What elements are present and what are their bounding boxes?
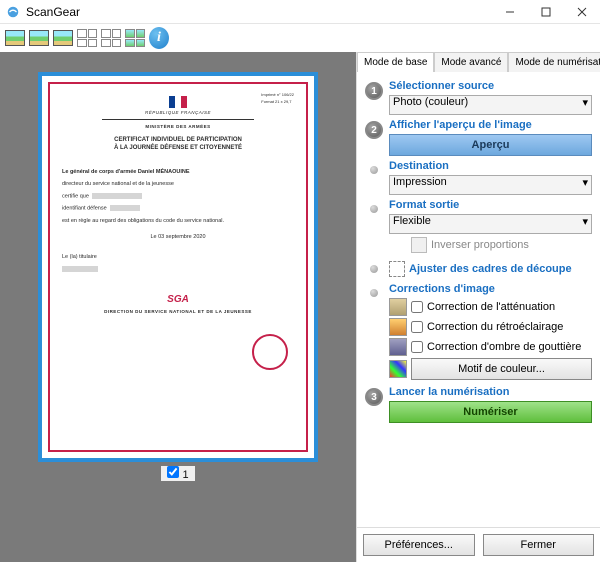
color-pattern-icon bbox=[389, 360, 407, 378]
tab-auto[interactable]: Mode de numérisation automatique bbox=[508, 52, 600, 72]
destination-title: Destination bbox=[389, 160, 592, 172]
thumb-rotate-left-icon[interactable] bbox=[28, 27, 50, 49]
close-button[interactable] bbox=[564, 0, 600, 24]
mode-tabs: Mode de base Mode avancé Mode de numéris… bbox=[357, 52, 600, 72]
thumb-single-icon[interactable] bbox=[4, 27, 26, 49]
backlight-check[interactable] bbox=[411, 321, 423, 333]
preview-page-check[interactable]: 1 bbox=[161, 466, 194, 481]
document-preview: Imprimé n° 106/22 Format 21 x 29,7 RÉPUB… bbox=[48, 82, 308, 452]
step-3-badge: 3 bbox=[365, 388, 383, 406]
step-1-title: Sélectionner source bbox=[389, 80, 592, 92]
tab-basic[interactable]: Mode de base bbox=[357, 52, 434, 72]
source-select[interactable]: Photo (couleur)▾ bbox=[389, 95, 592, 115]
substep-dot bbox=[370, 265, 378, 273]
thumb-rotate-right-icon[interactable] bbox=[52, 27, 74, 49]
invert-label: Inverser proportions bbox=[431, 239, 529, 251]
scan-button[interactable]: Numériser bbox=[389, 401, 592, 423]
corrections-title: Corrections d'image bbox=[389, 283, 592, 295]
crop-icon[interactable] bbox=[389, 261, 405, 277]
invert-icon[interactable] bbox=[411, 237, 427, 253]
stamp-icon bbox=[252, 334, 288, 370]
info-icon[interactable]: i bbox=[148, 27, 170, 49]
page-checkbox[interactable] bbox=[167, 466, 179, 478]
step-2-badge: 2 bbox=[365, 121, 383, 139]
preview-pane: Imprimé n° 106/22 Format 21 x 29,7 RÉPUB… bbox=[0, 52, 356, 562]
gutter-icon bbox=[389, 338, 407, 356]
fade-check[interactable] bbox=[411, 301, 423, 313]
grid-filled-icon[interactable] bbox=[124, 27, 146, 49]
destination-select[interactable]: Impression▾ bbox=[389, 175, 592, 195]
color-pattern-button[interactable]: Motif de couleur... bbox=[411, 358, 592, 380]
step-1-badge: 1 bbox=[365, 82, 383, 100]
maximize-button[interactable] bbox=[528, 0, 564, 24]
format-select[interactable]: Flexible▾ bbox=[389, 214, 592, 234]
format-title: Format sortie bbox=[389, 199, 592, 211]
backlight-icon bbox=[389, 318, 407, 336]
tab-advanced[interactable]: Mode avancé bbox=[434, 52, 508, 72]
step-2-title: Afficher l'aperçu de l'image bbox=[389, 119, 592, 131]
gutter-check[interactable] bbox=[411, 341, 423, 353]
toolbar: i bbox=[0, 24, 600, 52]
preview-selection[interactable]: Imprimé n° 106/22 Format 21 x 29,7 RÉPUB… bbox=[38, 72, 318, 462]
window-title: ScanGear bbox=[26, 5, 492, 19]
grid-empty-icon[interactable] bbox=[100, 27, 122, 49]
side-panel: Mode de base Mode avancé Mode de numéris… bbox=[356, 52, 600, 562]
grid-select-all-icon[interactable] bbox=[76, 27, 98, 49]
substep-dot bbox=[370, 205, 378, 213]
step-3-title: Lancer la numérisation bbox=[389, 386, 592, 398]
substep-dot bbox=[370, 166, 378, 174]
preview-button[interactable]: Aperçu bbox=[389, 134, 592, 156]
app-icon bbox=[6, 5, 20, 19]
substep-dot bbox=[370, 289, 378, 297]
close-panel-button[interactable]: Fermer bbox=[483, 534, 595, 556]
fade-icon bbox=[389, 298, 407, 316]
footer: Préférences... Fermer bbox=[357, 527, 600, 562]
page-number: 1 bbox=[182, 469, 188, 481]
titlebar: ScanGear bbox=[0, 0, 600, 24]
minimize-button[interactable] bbox=[492, 0, 528, 24]
crop-link[interactable]: Ajuster des cadres de découpe bbox=[409, 263, 572, 275]
preferences-button[interactable]: Préférences... bbox=[363, 534, 475, 556]
french-flag-icon bbox=[169, 96, 187, 108]
